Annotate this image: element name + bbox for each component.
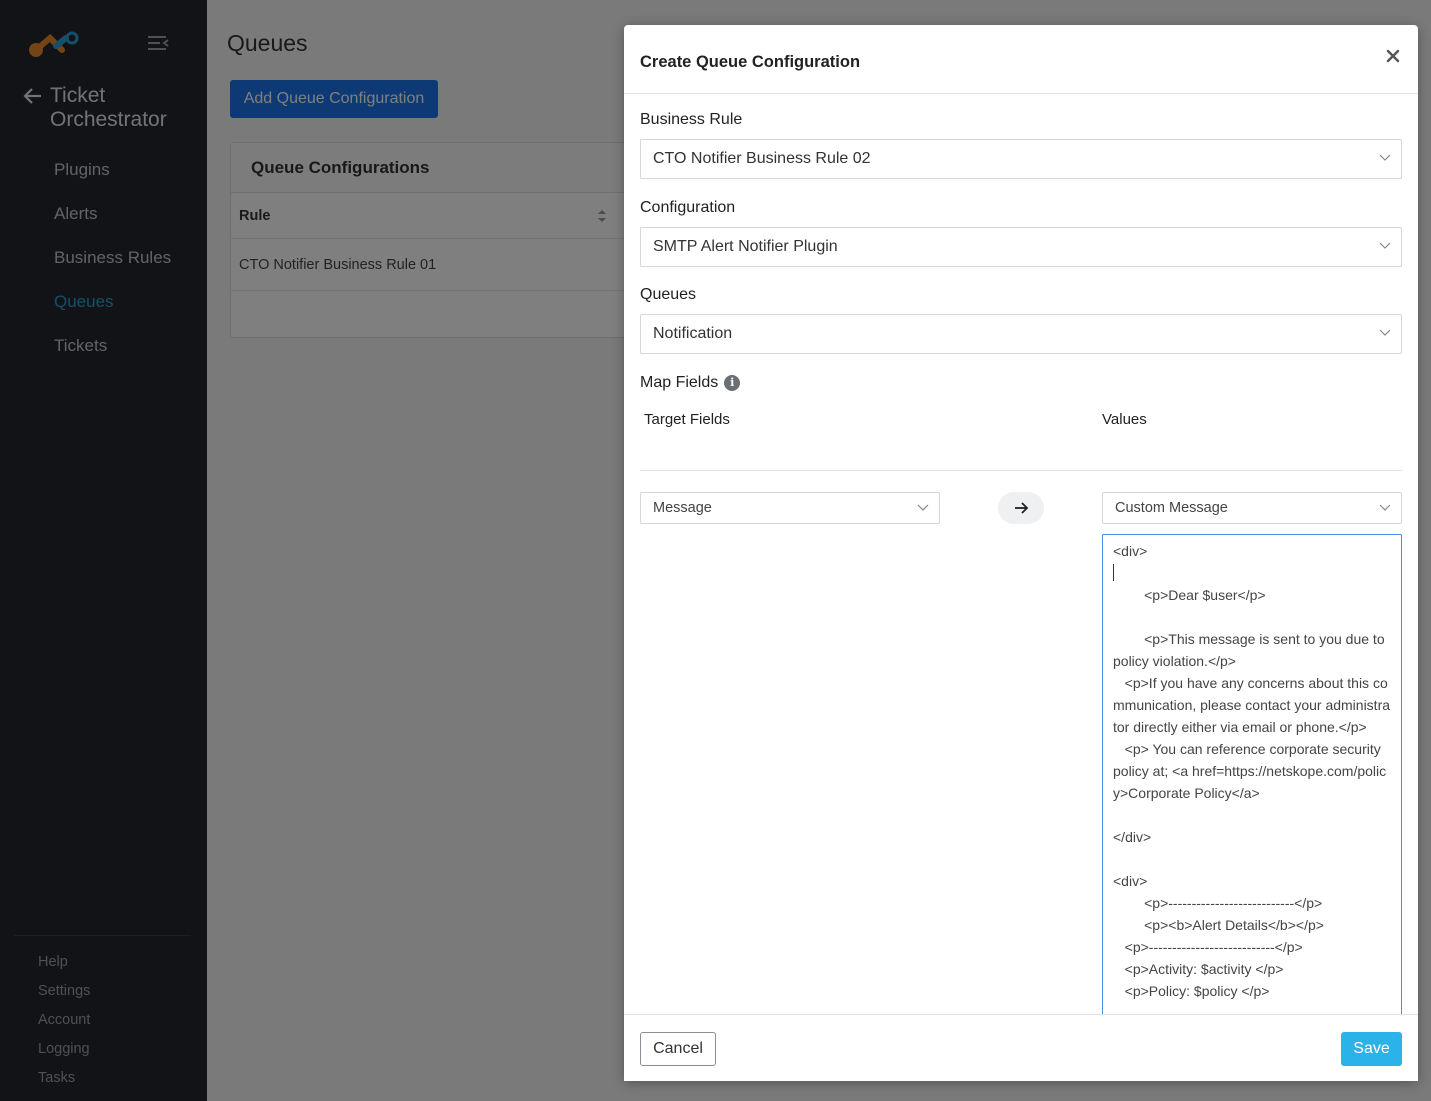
- modal-title: Create Queue Configuration: [640, 53, 861, 71]
- values-header: Values: [1102, 411, 1147, 428]
- chevron-down-icon: [917, 504, 929, 511]
- queues-label: Queues: [640, 286, 697, 303]
- save-button[interactable]: Save: [1341, 1032, 1402, 1066]
- close-icon[interactable]: [1384, 47, 1402, 65]
- modal-footer: Cancel Save: [624, 1014, 1418, 1081]
- map-fields-divider: [640, 470, 1402, 471]
- target-field-value: Message: [653, 500, 712, 516]
- queues-value: Notification: [653, 325, 733, 342]
- target-field-select[interactable]: Message: [640, 492, 940, 524]
- value-type-value: Custom Message: [1115, 500, 1228, 516]
- info-icon[interactable]: i: [724, 375, 741, 391]
- chevron-down-icon: [1379, 242, 1391, 249]
- chevron-down-icon: [1379, 504, 1391, 511]
- create-queue-configuration-modal: Create Queue Configuration Business Rule…: [624, 25, 1418, 1081]
- queues-select[interactable]: Notification: [640, 314, 1402, 354]
- configuration-select[interactable]: SMTP Alert Notifier Plugin: [640, 227, 1402, 267]
- modal-body: Business Rule CTO Notifier Business Rule…: [624, 94, 1418, 1014]
- business-rule-value: CTO Notifier Business Rule 02: [653, 150, 871, 167]
- message-text-rest: <p>Dear $user</p> <p>This message is sen…: [1113, 587, 1391, 999]
- map-arrow-button[interactable]: [998, 492, 1044, 524]
- message-text-start: <div>: [1113, 543, 1148, 559]
- chevron-down-icon: [1379, 154, 1391, 161]
- custom-message-textarea[interactable]: <div> <p>Dear $user</p> <p>This message …: [1102, 534, 1402, 1014]
- modal-header: Create Queue Configuration: [624, 25, 1418, 94]
- business-rule-label: Business Rule: [640, 111, 743, 128]
- target-fields-header: Target Fields: [644, 411, 730, 428]
- business-rule-select[interactable]: CTO Notifier Business Rule 02: [640, 139, 1402, 179]
- map-fields-label: Map Fields: [640, 374, 719, 391]
- text-caret: [1113, 564, 1114, 581]
- chevron-down-icon: [1379, 329, 1391, 336]
- configuration-label: Configuration: [640, 199, 736, 216]
- cancel-button[interactable]: Cancel: [640, 1032, 716, 1066]
- map-fields-heading: Map Fields i: [640, 374, 741, 392]
- arrow-right-icon: [1015, 502, 1029, 514]
- configuration-value: SMTP Alert Notifier Plugin: [653, 238, 838, 255]
- value-type-select[interactable]: Custom Message: [1102, 492, 1402, 524]
